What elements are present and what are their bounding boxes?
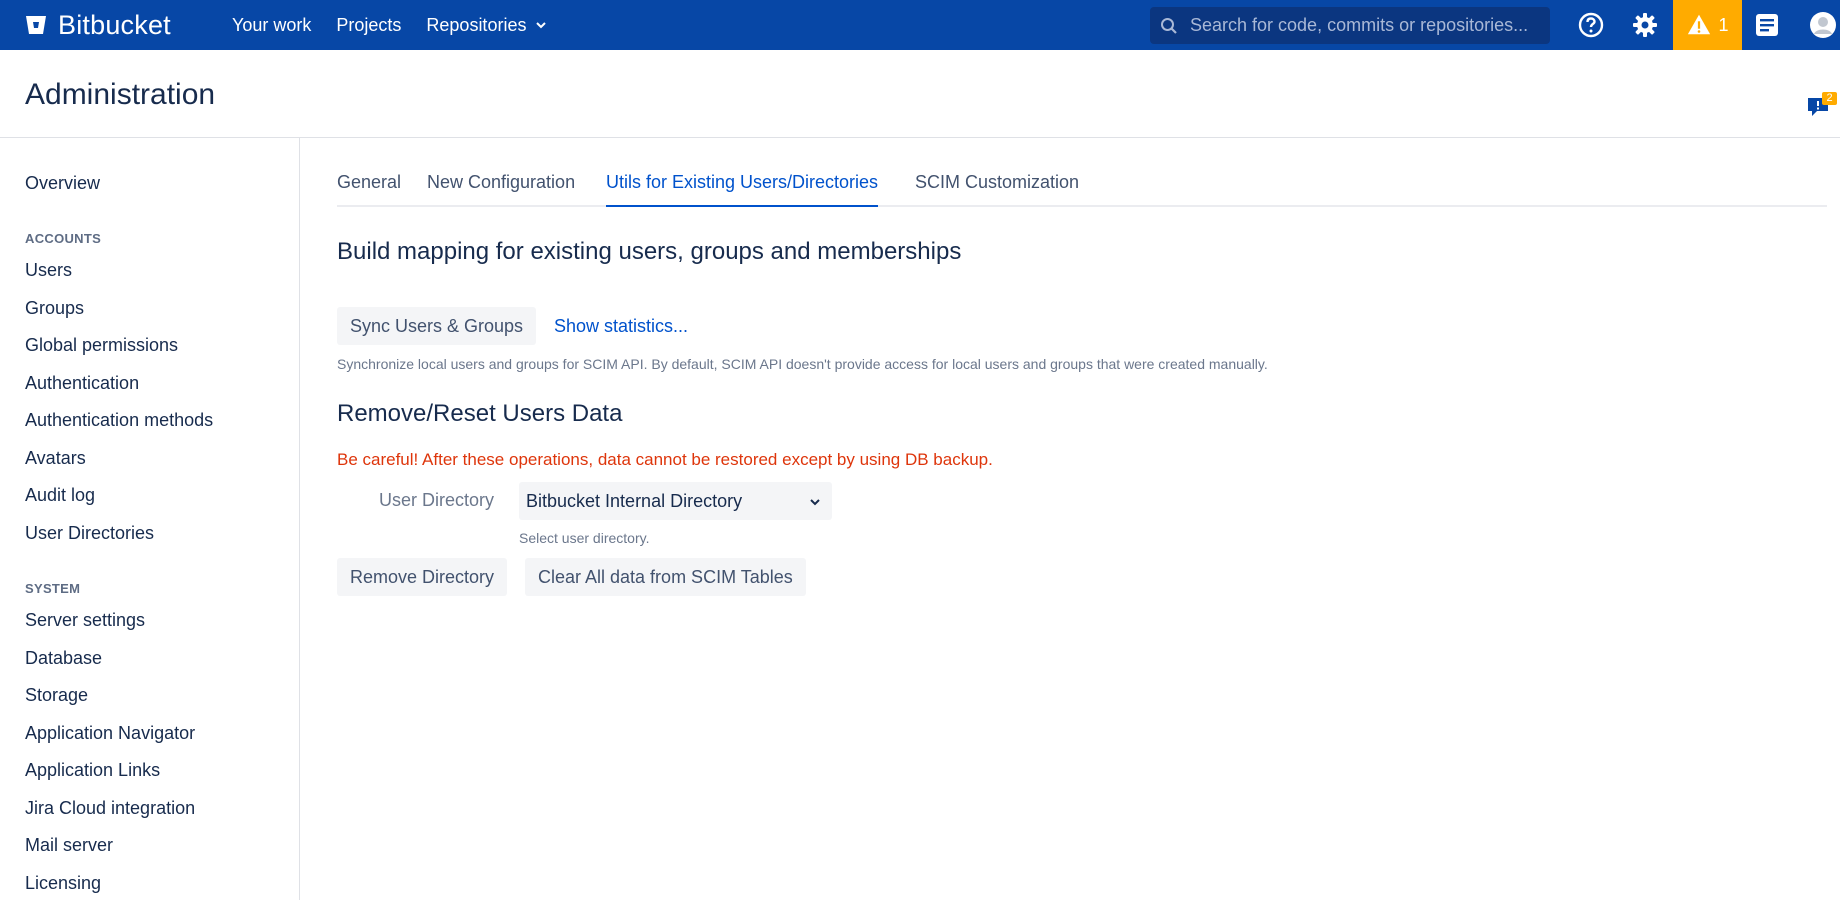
sidebar-item-licensing[interactable]: Licensing [25,873,101,894]
page-header: Administration 2 [0,50,1840,138]
top-navigation-bar: Bitbucket Your work Projects Repositorie… [0,0,1840,50]
avatar-icon [1810,12,1836,38]
alert-count: 1 [1718,14,1729,35]
sidebar-heading-system: SYSTEM [25,581,81,596]
sidebar-item-jira-cloud-integration[interactable]: Jira Cloud integration [25,798,195,819]
nav-repositories-label: Repositories [426,14,527,35]
bitbucket-icon [26,16,46,34]
remove-directory-button[interactable]: Remove Directory [337,558,508,596]
sidebar-item-overview[interactable]: Overview [25,173,100,194]
sidebar-item-global-permissions[interactable]: Global permissions [25,335,178,356]
sidebar-item-audit-log[interactable]: Audit log [25,485,95,506]
nav-projects[interactable]: Projects [336,15,401,36]
user-directory-hint: Select user directory. [519,530,650,546]
sidebar-heading-accounts: ACCOUNTS [25,231,102,246]
sidebar-item-storage[interactable]: Storage [25,685,88,706]
sidebar-item-application-links[interactable]: Application Links [25,760,160,781]
show-statistics-link[interactable]: Show statistics... [554,316,688,337]
bitbucket-logo[interactable]: Bitbucket [24,0,171,50]
data-loss-warning: Be careful! After these operations, data… [337,450,993,469]
chevron-down-icon [536,22,547,29]
sidebar-item-avatars[interactable]: Avatars [25,448,86,469]
sidebar-item-user-directories[interactable]: User Directories [25,523,154,544]
user-directory-select[interactable]: Bitbucket Internal Directory [519,482,832,520]
sidebar-item-users[interactable]: Users [25,260,72,281]
sidebar-item-application-navigator[interactable]: Application Navigator [25,723,195,744]
alerts-button[interactable]: 1 [1673,0,1742,50]
sidebar-item-server-settings[interactable]: Server settings [25,610,145,631]
clear-scim-tables-button[interactable]: Clear All data from SCIM Tables [525,558,806,596]
user-directory-value: Bitbucket Internal Directory [526,490,743,511]
chevron-down-icon [810,499,820,506]
reset-heading: Remove/Reset Users Data [337,400,623,427]
warning-icon [1688,14,1711,35]
search-input[interactable] [1190,15,1540,36]
sidebar-item-groups[interactable]: Groups [25,298,84,319]
primary-nav: Your work Projects Repositories [232,0,548,50]
nav-your-work[interactable]: Your work [232,15,311,36]
tab-general[interactable]: General [337,172,401,207]
mapping-heading: Build mapping for existing users, groups… [337,238,962,265]
sync-description: Synchronize local users and groups for S… [337,356,1268,372]
tab-new-configuration[interactable]: New Configuration [427,172,575,207]
user-directory-label: User Directory [379,490,495,510]
app-name: Bitbucket [58,9,171,40]
sync-users-groups-button[interactable]: Sync Users & Groups [337,307,537,345]
settings-button[interactable] [1628,0,1662,50]
nav-repositories[interactable]: Repositories [426,15,548,36]
help-button[interactable] [1574,0,1608,50]
feedback-badge: 2 [1822,92,1837,105]
admin-sidebar: Overview ACCOUNTS Users Groups Global pe… [0,138,300,900]
sidebar-item-mail-server[interactable]: Mail server [25,835,113,856]
help-icon [1578,12,1604,38]
sidebar-item-authentication[interactable]: Authentication [25,373,139,394]
tab-scim-customization[interactable]: SCIM Customization [915,172,1079,207]
document-icon [1756,14,1778,36]
main-content: General New Configuration Utils for Exis… [337,138,1827,900]
gear-icon [1633,13,1657,37]
sidebar-item-authentication-methods[interactable]: Authentication methods [25,410,213,431]
sidebar-item-database[interactable]: Database [25,648,102,669]
search-box[interactable] [1150,7,1550,44]
page-title: Administration [25,78,216,111]
tab-utils-existing-users[interactable]: Utils for Existing Users/Directories [606,172,879,207]
search-icon [1161,17,1177,34]
whats-new-button[interactable] [1750,0,1784,50]
config-tabs: General New Configuration Utils for Exis… [337,172,1827,207]
user-avatar-button[interactable] [1806,0,1840,50]
